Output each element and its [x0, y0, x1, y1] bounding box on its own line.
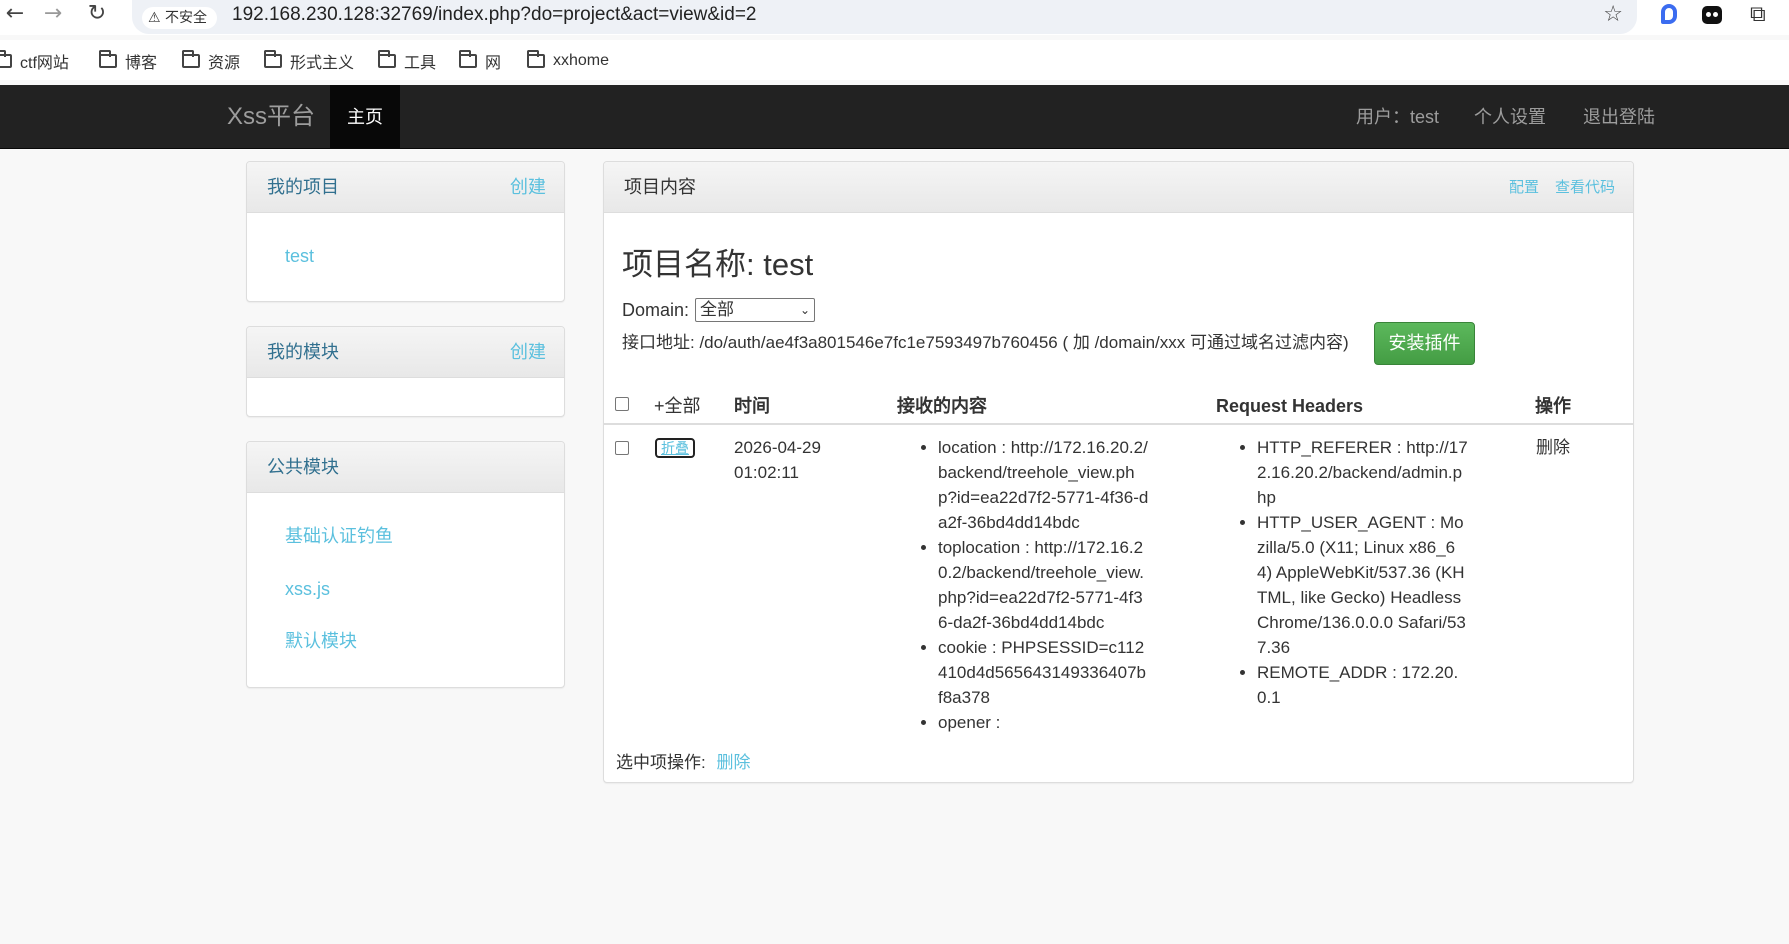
- th-time: 时间: [734, 396, 770, 416]
- domain-select[interactable]: 全部 ⌄: [695, 298, 816, 322]
- header-referer: HTTP_REFERER : http://172.16.20.2/backen…: [1257, 435, 1469, 510]
- domain-filter: Domain: 全部 ⌄: [622, 298, 816, 322]
- chevron-down-icon: ⌄: [799, 303, 811, 317]
- project-content-panel: 项目内容 配置 查看代码 项目名称: test Domain: 全部 ⌄ 接口地…: [603, 161, 1634, 783]
- reload-icon[interactable]: ↻: [82, 0, 112, 30]
- my-projects-panel: 我的项目 创建 test: [246, 161, 565, 302]
- module-link-basic-auth[interactable]: 基础认证钓鱼: [285, 525, 393, 547]
- row-checkbox[interactable]: [615, 441, 629, 455]
- api-address: 接口地址: /do/auth/ae4f3a801546e7fc1e7593497…: [622, 333, 1349, 352]
- folder-icon: [378, 50, 396, 68]
- bookmark-net[interactable]: 网: [459, 50, 501, 72]
- panel-title: 项目内容: [624, 177, 696, 197]
- security-chip[interactable]: ⚠ 不安全: [142, 7, 218, 29]
- panel-title: 我的项目: [267, 177, 339, 197]
- bulk-delete-link[interactable]: 删除: [716, 753, 750, 772]
- header-user-agent: HTTP_USER_AGENT : Mozilla/5.0 (X11; Linu…: [1257, 510, 1469, 660]
- bookmark-xxhome[interactable]: xxhome: [527, 50, 609, 72]
- bulk-action-label: 选中项操作:: [616, 753, 706, 772]
- content-toplocation: toplocation : http://172.16.20.2/backend…: [938, 535, 1150, 635]
- project-link-test[interactable]: test: [285, 245, 314, 267]
- panel-heading: 公共模块: [247, 442, 564, 493]
- expand-all-link[interactable]: +全部: [654, 395, 701, 417]
- project-title: 项目名称: test: [622, 247, 814, 282]
- extension-mask-icon[interactable]: [1702, 4, 1724, 26]
- url-text[interactable]: 192.168.230.128:32769/index.php?do=proje…: [232, 4, 757, 26]
- th-request-headers: Request Headers: [1216, 396, 1364, 416]
- panel-title: 我的模块: [267, 342, 339, 362]
- domain-label: Domain:: [622, 300, 690, 320]
- folder-icon: [99, 50, 117, 68]
- th-ops: 操作: [1535, 396, 1571, 416]
- security-label: 不安全: [165, 10, 208, 26]
- my-modules-panel: 我的模块 创建: [246, 326, 565, 417]
- create-project-link[interactable]: 创建: [510, 176, 546, 198]
- folder-icon: [182, 50, 200, 68]
- select-all-checkbox[interactable]: [615, 397, 629, 411]
- received-content-list: location : http://172.16.20.2/backend/tr…: [920, 435, 1150, 735]
- bookmark-star-icon[interactable]: ☆: [1603, 2, 1623, 27]
- bulk-action-bar: 选中项操作: 删除: [616, 750, 750, 775]
- bookmark-resources[interactable]: 资源: [182, 50, 240, 72]
- panel-heading: 我的模块 创建: [247, 327, 564, 378]
- content-cookie: cookie : PHPSESSID=c112410d4d56564314933…: [938, 635, 1150, 710]
- brand-logo[interactable]: Xss平台: [227, 101, 315, 133]
- browser-toolbar: ← → ↻ ⚠ 不安全 192.168.230.128:32769/index.…: [0, 0, 1789, 35]
- extensions-puzzle-icon[interactable]: ⧉: [1750, 4, 1772, 26]
- panel-title: 公共模块: [267, 457, 339, 477]
- folder-icon: [264, 50, 282, 68]
- folder-icon: [0, 50, 12, 68]
- folder-icon: [459, 50, 477, 68]
- row-date: 2026-04-29: [734, 438, 821, 457]
- address-bar[interactable]: ⚠ 不安全 192.168.230.128:32769/index.php?do…: [132, 0, 1637, 34]
- back-arrow-icon[interactable]: ←: [0, 0, 30, 30]
- config-link[interactable]: 配置: [1509, 177, 1539, 199]
- install-plugin-button[interactable]: 安装插件: [1374, 322, 1475, 365]
- panel-heading: 我的项目 创建: [247, 162, 564, 213]
- bookmark-blog[interactable]: 博客: [99, 50, 157, 72]
- site-navbar: Xss平台 主页 用户：test 个人设置 退出登陆: [0, 85, 1789, 149]
- nav-home[interactable]: 主页: [330, 85, 400, 149]
- request-headers-list: HTTP_REFERER : http://172.16.20.2/backen…: [1239, 435, 1469, 710]
- nav-user: 用户：test: [1356, 107, 1440, 127]
- fold-button[interactable]: 折叠: [655, 438, 695, 458]
- content-location: location : http://172.16.20.2/backend/tr…: [938, 435, 1150, 535]
- warning-icon: ⚠: [148, 10, 161, 26]
- module-link-xssjs[interactable]: xss.js: [285, 578, 330, 600]
- row-delete-link[interactable]: 删除: [1536, 435, 1570, 460]
- table-header: +全部 时间 接收的内容 Request Headers 操作: [604, 385, 1634, 425]
- nav-logout[interactable]: 退出登陆: [1583, 85, 1655, 149]
- bookmarks-bar: ctf网站 博客 资源 形式主义 工具 网 xxhome: [0, 40, 1789, 80]
- header-remote-addr: REMOTE_ADDR : 172.20.0.1: [1257, 660, 1469, 710]
- folder-icon: [527, 50, 545, 68]
- bookmark-tools[interactable]: 工具: [378, 50, 436, 72]
- nav-settings[interactable]: 个人设置: [1474, 85, 1546, 149]
- bookmark-formalism[interactable]: 形式主义: [264, 50, 354, 72]
- panel-heading: 项目内容 配置 查看代码: [604, 162, 1633, 213]
- row-time: 01:02:11: [734, 463, 799, 482]
- bookmark-ctf[interactable]: ctf网站: [0, 50, 69, 72]
- extension-p-icon[interactable]: [1658, 4, 1680, 26]
- th-content: 接收的内容: [897, 396, 987, 416]
- domain-select-value: 全部: [700, 300, 735, 319]
- create-module-link[interactable]: 创建: [510, 341, 546, 363]
- content-opener: opener :: [938, 710, 1150, 735]
- view-code-link[interactable]: 查看代码: [1555, 177, 1615, 199]
- public-modules-panel: 公共模块 基础认证钓鱼 xss.js 默认模块: [246, 441, 565, 688]
- module-link-default[interactable]: 默认模块: [285, 630, 357, 652]
- forward-arrow-icon[interactable]: →: [38, 0, 68, 30]
